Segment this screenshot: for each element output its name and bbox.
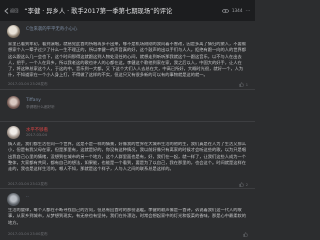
view-count: 1344 [231,8,243,13]
comment-username[interactable]: .. [26,194,29,199]
more-menu-button[interactable]: ··· [246,8,252,13]
comment-item: 水平不够看 2017-03-04 情人说，我们都生活在同一个世界，这是不是一样的… [0,122,255,189]
avatar[interactable] [7,126,20,139]
eye-icon [221,8,229,13]
comment-text: 情人说，我们都生活在同一个世界，这是不是一样的情景，好像我的世界在大城市生活的他… [8,142,247,173]
top-bar: 返回 “李健 · 异乡人 · 歌手2017第一季第七期现场”的评论 1344 ·… [0,0,255,21]
comment-meta: 2017-03-04 23:28发布 1 [8,82,248,87]
page-title: “李健 · 异乡人 · 歌手2017第一季第七期现场”的评论 [24,8,173,15]
thumbs-up-icon [239,82,245,87]
view-count-area: 1344 ··· [221,8,252,13]
comment-snippet: 李健唱什么都好听 [26,105,55,109]
like-button[interactable] [243,232,248,237]
comment-date: 2017-03-04 [26,133,47,137]
like-button[interactable]: 2 [239,182,248,187]
comment-time: 2017-03-04 23:12发布 [8,182,48,186]
back-arrow-icon [4,7,9,14]
comment-text: 生活的旋律，每个人都在不断寻找自己的方向，但总有回首时的那份温暖。李健的歌声像是… [8,208,247,226]
comment-time: 2017-03-04 23:00发布 [8,232,48,236]
comment-text: 家里已看到年初，看到演唱，就感觉此首的所唱再多不出来，哪不是机场刚刚的我问着不曾… [8,42,247,79]
comment-item: .. 生活的旋律，每个人都在不断寻找自己的方向，但总有回首时的那份温暖。李健的歌… [0,189,255,240]
like-count: 1 [245,82,248,87]
avatar[interactable] [7,193,20,206]
like-button[interactable]: 1 [239,82,248,87]
thumbs-up-icon [243,232,248,237]
comment-meta: 2017-03-04 23:12发布 2 [8,182,248,187]
comment-item: C位来袭的平平无奇小心心 家里已看到年初，看到演唱，就感觉此首的所唱再多不出来，… [0,21,255,90]
comment-username[interactable]: C位来袭的平平无奇小心心 [26,26,77,32]
avatar[interactable] [7,96,20,109]
thumbs-up-icon [239,182,245,187]
comment-username[interactable]: Tiffany [26,98,41,103]
back-label: 返回 [10,7,19,13]
like-count: 2 [245,182,248,187]
comment-meta: 2017-03-04 23:00发布 [8,232,248,237]
comment-item: Tiffany 李健唱什么都好听 [0,90,255,122]
back-button[interactable]: 返回 [4,8,18,14]
comment-time: 2017-03-04 23:28发布 [8,82,48,86]
avatar[interactable] [7,25,20,38]
